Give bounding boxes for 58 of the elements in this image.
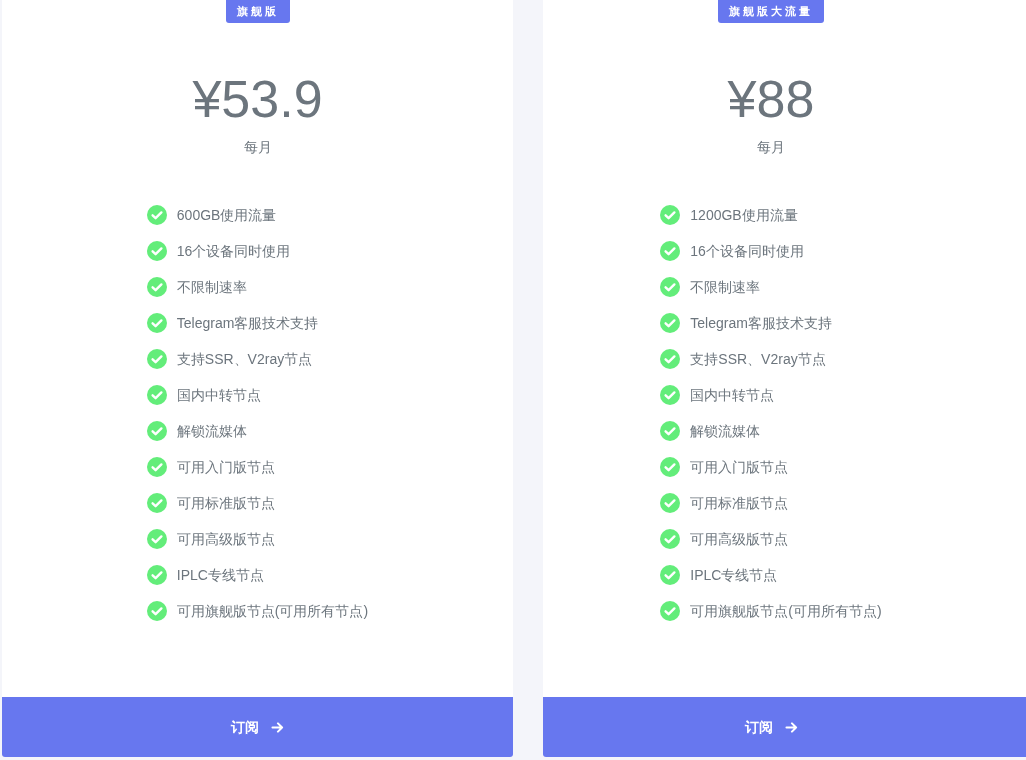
check-circle-icon — [660, 277, 681, 297]
check-circle-icon — [660, 457, 681, 477]
feature-text: 不限制速率 — [690, 277, 761, 297]
check-circle-icon — [146, 493, 167, 513]
feature-text: 支持SSR、V2ray节点 — [690, 349, 826, 369]
check-circle-icon — [146, 241, 167, 261]
check-circle-icon — [660, 529, 681, 549]
check-circle-icon — [146, 205, 167, 225]
check-circle-icon — [660, 313, 681, 333]
check-circle-icon — [146, 313, 167, 333]
price-period: 每月 — [243, 138, 272, 157]
subscribe-button[interactable]: 订阅 — [543, 697, 1026, 757]
price-amount: ¥53.9 — [192, 73, 323, 125]
check-circle-icon — [660, 421, 681, 441]
feature-text: 可用旗舰版节点(可用所有节点) — [690, 601, 882, 621]
feature-text: 国内中转节点 — [690, 385, 775, 405]
feature-text: IPLC专线节点 — [690, 565, 778, 585]
feature-text: 解锁流媒体 — [690, 421, 761, 441]
plan-badge: 旗舰版大流量 — [718, 0, 824, 23]
check-circle-icon — [660, 601, 681, 621]
check-circle-icon — [146, 565, 167, 585]
check-circle-icon — [146, 349, 167, 369]
plan-badge: 旗舰版 — [225, 0, 290, 23]
check-circle-icon — [660, 385, 681, 405]
check-circle-icon — [660, 349, 681, 369]
check-circle-icon — [146, 277, 167, 297]
feature-text: Telegram客服技术支持 — [690, 313, 832, 333]
feature-text: IPLC专线节点 — [176, 565, 264, 585]
check-circle-icon — [146, 601, 167, 621]
feature-text: 不限制速率 — [176, 277, 247, 297]
feature-text: Telegram客服技术支持 — [176, 313, 319, 333]
feature-text: 16个设备同时使用 — [176, 241, 291, 261]
feature-text: 国内中转节点 — [176, 385, 261, 405]
feature-text: 可用标准版节点 — [176, 493, 275, 513]
subscribe-button[interactable]: 订阅 — [2, 697, 513, 757]
check-circle-icon — [660, 205, 681, 225]
feature-text: 可用高级版节点 — [176, 529, 275, 549]
feature-text: 1200GB使用流量 — [690, 205, 798, 225]
check-circle-icon — [146, 385, 167, 405]
feature-text: 16个设备同时使用 — [690, 241, 804, 261]
feature-text: 600GB使用流量 — [176, 205, 277, 225]
feature-text: 解锁流媒体 — [176, 421, 247, 441]
check-circle-icon — [660, 493, 681, 513]
arrow-right-icon — [271, 721, 284, 733]
check-circle-icon — [146, 457, 167, 477]
feature-text: 可用旗舰版节点(可用所有节点) — [176, 601, 369, 621]
price-amount: ¥88 — [727, 73, 815, 125]
check-circle-icon — [146, 421, 167, 441]
check-circle-icon — [660, 241, 681, 261]
feature-text: 可用高级版节点 — [690, 529, 789, 549]
feature-text: 可用标准版节点 — [690, 493, 789, 513]
feature-text: 支持SSR、V2ray节点 — [176, 349, 313, 369]
feature-text: 可用入门版节点 — [690, 457, 789, 477]
arrow-right-icon — [784, 721, 798, 733]
check-circle-icon — [660, 565, 681, 585]
price-period: 每月 — [757, 138, 785, 157]
check-circle-icon — [146, 529, 167, 549]
feature-text: 可用入门版节点 — [176, 457, 275, 477]
